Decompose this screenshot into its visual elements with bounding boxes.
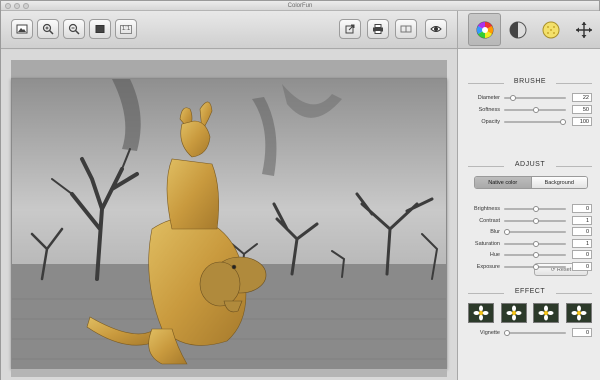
softness-slider-thumb[interactable] [533, 107, 539, 113]
vignette-slider-row: Vignette 0 [466, 328, 596, 338]
contrast-label: Contrast [479, 217, 500, 224]
flower-preset-2[interactable] [500, 303, 527, 323]
contrast-value-field[interactable]: 1 [572, 215, 592, 225]
move-arrows-icon [575, 21, 592, 38]
brightness-value-field[interactable]: 0 [572, 204, 592, 213]
color-wheel-icon [476, 21, 493, 38]
main-toolbar: 1:1 [1, 11, 457, 49]
hue-value-field[interactable]: 0 [572, 250, 592, 260]
open-image-button[interactable] [11, 19, 33, 39]
canvas-top-border [11, 60, 447, 78]
grayscale-tab[interactable] [501, 13, 534, 46]
texture-tab[interactable] [534, 13, 567, 46]
app-window: ColorFun 1:1 BRUSHE ADJUST Native color … [0, 0, 600, 380]
close-window-button[interactable] [5, 3, 11, 9]
photo-canvas[interactable] [11, 78, 447, 369]
fit-to-window-button[interactable] [89, 19, 111, 39]
brushe-section-title: BRUSHE [468, 78, 592, 88]
vignette-value-field[interactable]: 0 [572, 328, 592, 337]
opacity-value-field[interactable]: 100 [572, 117, 592, 126]
print-button[interactable] [367, 19, 389, 39]
zoom-window-button[interactable] [23, 3, 29, 9]
export-icon [345, 24, 355, 34]
actual-size-button[interactable]: 1:1 [115, 19, 137, 39]
hue-label: Hue [489, 252, 500, 259]
color-mode-toggle: Native color Background [474, 176, 588, 189]
contrast-slider-row: Contrast 1 [466, 215, 596, 226]
diameter-value-field[interactable]: 22 [572, 93, 592, 102]
eye-icon [430, 26, 442, 32]
blur-value-field[interactable]: 0 [572, 227, 592, 237]
blur-slider-thumb[interactable] [504, 229, 510, 236]
move-tab[interactable] [567, 13, 600, 46]
vignette-label: Vignette [479, 330, 500, 336]
diameter-label: Diameter [477, 95, 500, 101]
vignette-slider-thumb[interactable] [504, 330, 510, 336]
effect-section-title: EFFECT [468, 288, 592, 298]
export-button[interactable] [339, 19, 361, 39]
compare-icon [400, 25, 412, 33]
saturation-slider-thumb[interactable] [533, 240, 539, 247]
title-bar: ColorFun [1, 1, 599, 11]
flower-preset-1[interactable] [468, 303, 494, 323]
blur-label: Blur [490, 229, 500, 236]
hue-slider-row: Hue 0 [466, 250, 596, 260]
flower-preset-4[interactable] [565, 303, 592, 323]
zoom-in-icon [42, 23, 54, 35]
softness-value-field[interactable]: 50 [572, 105, 592, 114]
yellow-dots-icon [542, 21, 559, 38]
side-panel: BRUSHE ADJUST Native color Background ⟳ … [457, 11, 600, 380]
effect-thumbnails [468, 303, 592, 325]
flower-icon [538, 305, 554, 321]
half-circle-icon [509, 21, 526, 38]
brightness-slider-row: Brightness 0 [466, 204, 596, 214]
image-icon [16, 24, 28, 34]
opacity-slider-row: Opacity 100 [466, 117, 596, 127]
hue-slider-thumb[interactable] [533, 252, 539, 259]
zoom-out-button[interactable] [63, 19, 85, 39]
native-color-segment[interactable]: Native color [475, 177, 532, 188]
exposure-slider-thumb[interactable] [533, 264, 539, 270]
color-wheel-tab[interactable] [468, 13, 501, 46]
flower-icon [571, 305, 587, 321]
fit-icon [95, 25, 105, 33]
vignette-slider[interactable] [504, 332, 566, 334]
compare-button[interactable] [395, 19, 417, 39]
kangaroo-photo [12, 79, 446, 368]
canvas-area [1, 50, 457, 380]
printer-icon [373, 24, 383, 34]
background-segment[interactable]: Background [531, 177, 587, 188]
preview-button[interactable] [425, 19, 447, 39]
blur-slider[interactable] [504, 231, 566, 234]
saturation-slider-row: Saturation 1 [466, 238, 596, 249]
opacity-slider[interactable] [504, 121, 566, 123]
exposure-value-field[interactable]: 0 [572, 262, 592, 271]
flower-icon [506, 305, 522, 321]
flower-preset-3[interactable] [533, 303, 560, 323]
zoom-out-icon [68, 23, 80, 35]
saturation-label: Saturation [474, 240, 500, 247]
flower-icon [473, 305, 489, 321]
canvas-bottom-border [11, 369, 447, 377]
blur-slider-row: Blur 0 [466, 227, 596, 237]
saturation-value-field[interactable]: 1 [572, 238, 592, 248]
brightness-label: Brightness [474, 206, 500, 212]
diameter-slider-thumb[interactable] [509, 95, 516, 101]
opacity-slider-thumb[interactable] [560, 119, 567, 125]
diameter-slider-row: Diameter 22 [466, 93, 596, 103]
panel-tabs [458, 11, 600, 49]
exposure-label: Exposure [476, 264, 500, 270]
exposure-slider-row: Exposure 0 [466, 262, 596, 272]
softness-slider-row: Softness 50 [466, 105, 596, 115]
contrast-slider-thumb[interactable] [533, 217, 539, 224]
zoom-in-button[interactable] [37, 19, 59, 39]
opacity-label: Opacity [481, 119, 500, 125]
actual-size-icon: 1:1 [119, 24, 133, 34]
softness-label: Softness [478, 107, 500, 113]
brightness-slider-thumb[interactable] [533, 206, 539, 212]
window-title: ColorFun [287, 3, 313, 9]
adjust-section-title: ADJUST [468, 161, 592, 171]
minimize-window-button[interactable] [14, 3, 20, 9]
